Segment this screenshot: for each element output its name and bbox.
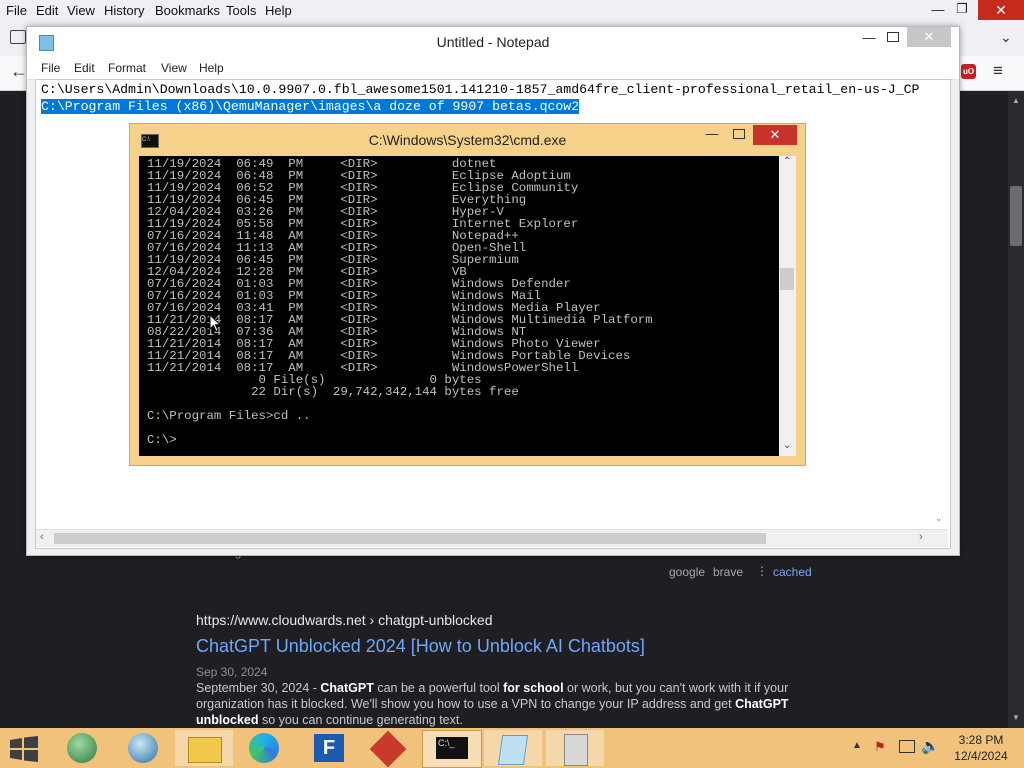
result-title[interactable]: ChatGPT Unblocked 2024 [How to Unblock A… [196,636,645,657]
taskbar-app-red-icon[interactable] [360,730,418,768]
scroll-left-icon[interactable]: ‹ [40,531,44,543]
chevron-down-icon[interactable]: ⌄ [1000,29,1012,46]
cmd-command-line: C:\Program Files>cd .. [147,409,311,423]
taskbar-app-tool-icon[interactable] [546,730,604,766]
close-icon[interactable]: ✕ [753,125,797,145]
scroll-up-icon[interactable]: ⌃ [783,156,791,167]
scroll-down-icon[interactable]: ⌄ [783,440,791,451]
result-description: September 30, 2024 - ChatGPT can be a po… [196,680,796,728]
tray-overflow-icon[interactable]: ▲ [852,740,862,751]
desc-bold-text: ChatGPT [320,681,374,695]
notepad-title: Untitled - Notepad [436,34,550,50]
scroll-thumb[interactable] [1010,186,1022,246]
taskbar-browser-2-icon[interactable] [114,730,172,766]
system-clock[interactable]: 3:28 PM 12/4/2024 [948,732,1014,764]
link-google[interactable]: google [669,565,705,579]
close-icon[interactable]: ✕ [978,0,1024,20]
restore-icon[interactable]: ❐ [952,1,972,17]
browser-menubar: File Edit View History Bookmarks Tools H… [0,0,1024,21]
cmd-scroll-thumb[interactable] [780,268,794,290]
taskbar-edge-icon[interactable] [236,730,294,766]
clock-time: 3:28 PM [958,733,1004,747]
mouse-cursor-icon [209,314,221,333]
notepad-hscrollbar[interactable]: ‹ › [36,529,948,547]
scroll-right-icon[interactable]: › [919,531,923,543]
minimize-icon[interactable]: — [702,126,722,141]
cmd-window: C:\ C:\Windows\System32\cmd.exe — ✕ 11/1… [129,123,806,466]
notepad-titlebar[interactable]: Untitled - Notepad — ✕ [27,27,959,57]
result-url[interactable]: https://www.cloudwards.net › chatgpt-unb… [196,612,493,628]
cmd-prompt: C:\> [147,433,177,447]
notepad-menubar: File Edit Format View Help [27,57,959,80]
notepad-menu-file[interactable]: File [41,61,60,75]
cmd-console[interactable]: 11/19/2024 06:49 PM <DIR> dotnet 11/19/20… [139,156,779,456]
clock-date: 12/4/2024 [954,749,1008,763]
hamburger-menu-icon[interactable]: ≡ [993,61,1003,81]
taskbar-file-explorer-icon[interactable] [175,730,233,766]
menu-view[interactable]: View [67,3,95,18]
cmd-blank-line [147,422,653,434]
menu-help[interactable]: Help [265,3,292,18]
desc-text: so you can continue generating text. [258,713,463,727]
scroll-down-icon[interactable]: ▼ [1012,713,1020,722]
maximize-icon[interactable] [887,32,899,42]
tab-list-icon[interactable] [10,30,26,44]
hscroll-thumb[interactable] [54,533,766,544]
taskbar: F C:\_ ▲ ⚑ 🔈 3:28 PM 12/4/2024 [0,728,1024,768]
result-date: Sep 30, 2024 [196,665,268,679]
taskbar-app-arrow-icon[interactable]: F [298,730,356,766]
desc-text: September 30, 2024 - [196,681,321,695]
network-icon[interactable] [899,740,915,753]
scroll-down-icon[interactable]: ⌄ [935,513,943,524]
close-icon[interactable]: ✕ [907,27,951,47]
taskbar-notepad-icon[interactable] [484,730,542,766]
cmd-output: 11/19/2024 06:49 PM <DIR> dotnet 11/19/20… [147,158,653,446]
notepad-line-1: C:\Users\Admin\Downloads\10.0.9907.0.fbl… [41,82,920,97]
scroll-up-icon[interactable]: ▲ [1012,96,1020,105]
ublock-icon[interactable]: uO [961,64,976,79]
menu-edit[interactable]: Edit [36,3,58,18]
result-domain: https://www.cloudwards.net [196,612,366,628]
notepad-menu-help[interactable]: Help [199,61,224,75]
menu-bookmarks[interactable]: Bookmarks [155,3,220,18]
volume-icon[interactable]: 🔈 [921,737,940,755]
menu-file[interactable]: File [6,3,27,18]
taskbar-cmd-icon[interactable]: C:\_ [422,730,482,768]
desc-text: can be a powerful tool [373,681,504,695]
taskbar-browser-1-icon[interactable] [53,730,111,766]
page-scrollbar[interactable]: ▲ ▼ [1008,91,1024,728]
notepad-menu-format[interactable]: Format [108,61,146,75]
menu-history[interactable]: History [104,3,144,18]
windows-start-icon[interactable] [10,736,38,762]
link-brave[interactable]: brave [713,565,743,579]
minimize-icon[interactable]: — [928,2,948,17]
notepad-line-2-selected: C:\Program Files (x86)\QemuManager\image… [41,99,580,114]
minimize-icon[interactable]: — [859,30,879,45]
maximize-icon[interactable] [733,129,745,139]
action-center-flag-icon[interactable]: ⚑ [874,739,886,755]
notepad-menu-view[interactable]: View [161,61,187,75]
cmd-scrollbar[interactable]: ⌃ ⌄ [779,156,796,456]
link-cached[interactable]: cached [773,565,812,579]
cmd-dirs-summary: 22 Dir(s) 29,742,342,144 bytes free [147,385,519,399]
more-dots-icon[interactable]: ⋮ [756,564,768,578]
menu-tools[interactable]: Tools [226,3,256,18]
result-path: › chatgpt-unblocked [369,612,493,628]
notepad-menu-edit[interactable]: Edit [74,61,95,75]
desc-bold-text: for school [503,681,564,695]
